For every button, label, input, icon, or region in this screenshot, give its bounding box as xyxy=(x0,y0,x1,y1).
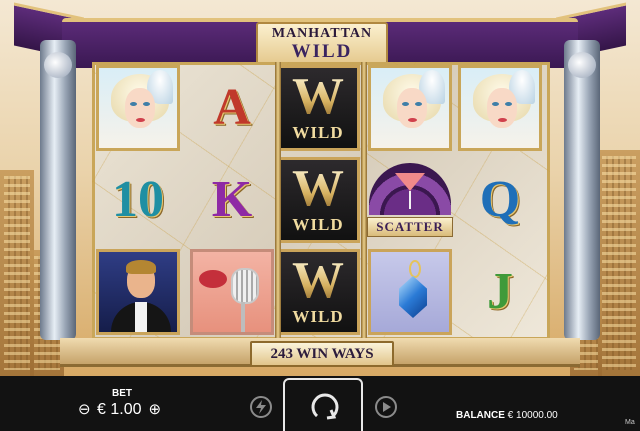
balance-display: BALANCE € 10000.00 xyxy=(456,410,558,421)
statue-right-head xyxy=(568,52,596,78)
lightning-icon xyxy=(256,400,266,414)
bet-value: € 1.00 xyxy=(97,401,142,418)
symbol-letter: K xyxy=(211,171,253,228)
symbol-letter: 10 xyxy=(112,171,164,228)
statue-left-head xyxy=(44,52,72,78)
symbol-microphone xyxy=(190,249,274,335)
symbol-lady-portrait xyxy=(368,65,452,151)
wild-reel-divider-left xyxy=(275,62,281,340)
right-skyscraper xyxy=(598,150,640,376)
bet-label: BET xyxy=(112,388,132,399)
spin-button[interactable] xyxy=(283,378,363,431)
menu-text[interactable]: Ma xyxy=(625,419,635,426)
symbol-k: K xyxy=(190,157,274,243)
logo-line-1: MANHATTAN xyxy=(271,26,373,41)
wild-letter: W xyxy=(292,252,344,309)
symbol-scatter: SCATTER xyxy=(367,157,453,243)
scatter-label: SCATTER xyxy=(367,217,453,237)
play-icon xyxy=(383,402,391,412)
wild-reel-divider-right xyxy=(361,62,367,340)
statue-left xyxy=(40,40,76,340)
cocktail-icon xyxy=(369,163,451,215)
balance-value: € 10000.00 xyxy=(507,410,558,421)
wild-letter: W xyxy=(292,160,344,217)
spin-arrow-icon xyxy=(311,393,339,420)
symbol-letter: A xyxy=(213,79,251,136)
symbol-letter: J xyxy=(487,263,513,320)
symbol-lady-portrait xyxy=(458,65,542,151)
wild-label: WILD xyxy=(292,307,344,326)
win-ways-label: 243 WIN WAYS xyxy=(250,341,394,367)
symbol-j: J xyxy=(458,249,542,335)
bet-decrease-button[interactable]: ⊖ xyxy=(78,402,91,417)
symbol-a: A xyxy=(190,65,274,151)
bet-row: ⊖ € 1.00 ⊕ xyxy=(78,401,161,419)
autoplay-button[interactable] xyxy=(375,396,397,418)
balance-label: BALANCE xyxy=(456,410,505,421)
symbol-q: Q xyxy=(458,157,542,243)
symbol-wild: W WILD xyxy=(276,65,360,151)
symbol-jewel-earring xyxy=(368,249,452,335)
symbol-10: 10 xyxy=(96,157,180,243)
game-logo: MANHATTAN WILD xyxy=(256,22,388,66)
statue-right xyxy=(564,40,600,340)
left-skyscraper xyxy=(0,170,34,376)
symbol-wild: W WILD xyxy=(276,249,360,335)
logo-line-2: WILD xyxy=(291,41,353,62)
symbol-gentleman-portrait xyxy=(96,249,180,335)
wild-letter: W xyxy=(292,68,344,125)
bet-increase-button[interactable]: ⊕ xyxy=(148,402,161,417)
reel-area[interactable]: 10 A K W WILD W WILD W WILD SCATTER Q J xyxy=(92,62,550,340)
turbo-button[interactable] xyxy=(250,396,272,418)
symbol-lady-portrait xyxy=(96,65,180,151)
symbol-letter: Q xyxy=(479,171,521,228)
wild-label: WILD xyxy=(292,215,344,234)
wild-label: WILD xyxy=(292,123,344,142)
symbol-wild: W WILD xyxy=(276,157,360,243)
